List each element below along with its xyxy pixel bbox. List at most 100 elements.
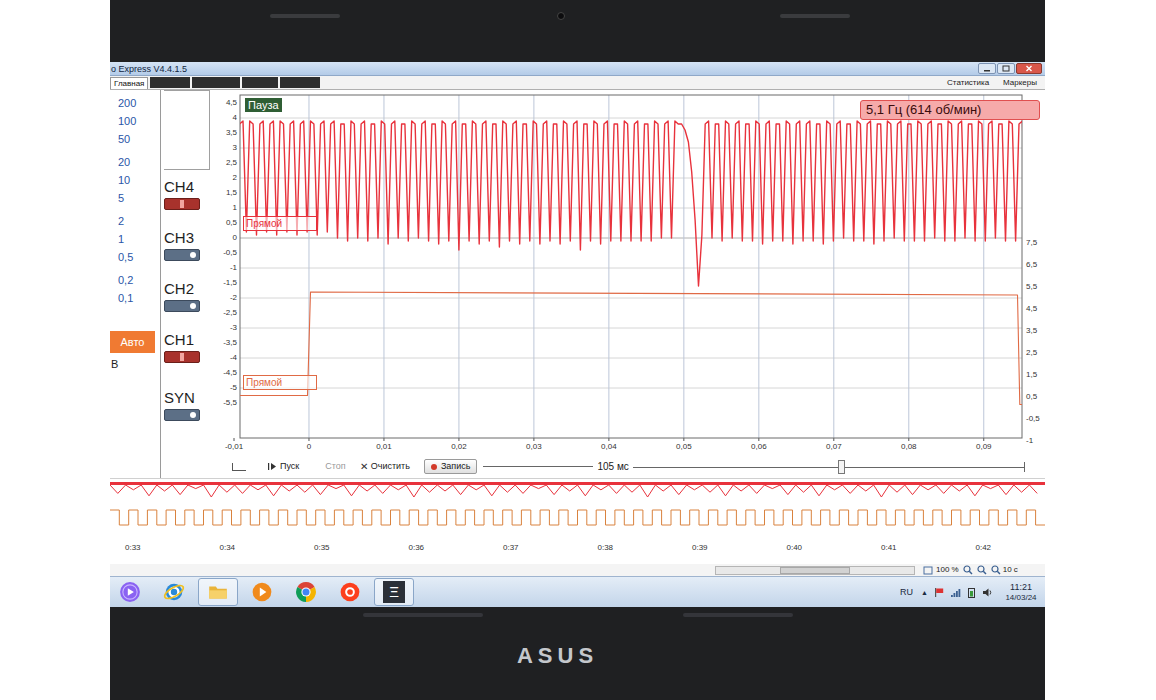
battery-icon[interactable] (966, 587, 977, 598)
pulse-trace (110, 510, 1045, 525)
zoom-out-icon[interactable] (963, 565, 973, 575)
app-kind: Ξ (383, 581, 405, 603)
scrollbar[interactable] (715, 566, 915, 575)
channel-toggle[interactable] (164, 409, 200, 421)
taskbar-app[interactable] (286, 578, 326, 606)
taskbar-app[interactable] (154, 578, 194, 606)
scale-group: 20105 (110, 153, 160, 207)
channel-toggle[interactable] (164, 351, 200, 363)
y-tick: 3,5 (215, 128, 237, 138)
channel-item: CH3 (164, 229, 215, 280)
grid-line (240, 358, 1022, 359)
trace-line (240, 292, 1022, 405)
scale-item[interactable]: 5 (118, 189, 160, 207)
flag-icon[interactable] (934, 587, 945, 598)
scale-item[interactable]: 0,1 (118, 289, 160, 307)
record-button[interactable]: Запись (424, 459, 478, 475)
bezel-slot (780, 14, 850, 18)
clear-button[interactable]: ✕Очистить (360, 460, 410, 474)
scale-item[interactable]: 50 (118, 130, 160, 148)
scale-item[interactable]: 10 (118, 171, 160, 189)
y-tick: 4,5 (215, 98, 237, 108)
sync-name: SYN (164, 389, 215, 407)
bezel-slot (363, 613, 483, 617)
menu-item[interactable]: Маркеры (1003, 77, 1037, 88)
maximize-button[interactable] (997, 63, 1015, 74)
scale-item[interactable]: 1 (118, 230, 160, 248)
menu-tab-label: Главная (114, 79, 144, 88)
scale-item[interactable]: 100 (118, 112, 160, 130)
stop-button[interactable]: Стоп (325, 460, 345, 474)
y-tick-right: 4,5 (1026, 304, 1037, 314)
scale-item[interactable]: 20 (118, 153, 160, 171)
y-tick-right: 2,5 (1026, 348, 1037, 358)
channel-name: CH3 (164, 229, 215, 247)
scale-item[interactable]: 0,5 (118, 248, 160, 266)
scroll-row: 100 %10 с (110, 564, 1045, 576)
menu-tab[interactable] (280, 77, 320, 88)
speaker-icon[interactable] (982, 587, 993, 598)
sync-item: SYN (164, 389, 215, 421)
series (240, 292, 1022, 405)
grid-line (833, 95, 834, 438)
scale-item[interactable]: 200 (118, 94, 160, 112)
channel-toggle[interactable] (164, 198, 200, 210)
zoom-in-icon[interactable] (977, 565, 987, 575)
grid-line (908, 95, 909, 438)
menu-tab[interactable] (150, 77, 190, 88)
start-label: Пуск (280, 460, 299, 474)
x-tick: 0,01 (376, 442, 392, 452)
x-tick: 0,07 (826, 442, 842, 452)
taskbar-app[interactable]: Ξ (374, 578, 414, 606)
slider-thumb[interactable] (838, 460, 845, 474)
y-tick: 0 (215, 233, 237, 243)
x-tick: -0,01 (225, 442, 243, 452)
grid-line (240, 328, 1022, 329)
tray-expand[interactable]: ▲ (921, 588, 928, 597)
channel-toggle[interactable] (164, 300, 200, 312)
time-label: 0:42 (976, 543, 992, 553)
overview-strip[interactable]: 0:330:340:350:360:370:380:390:400:410:42 (110, 478, 1045, 564)
close-icon (1025, 65, 1033, 72)
channel-item: CH2 (164, 280, 215, 331)
toggle-knob (190, 412, 196, 418)
taskbar-app[interactable] (198, 578, 238, 606)
scale-group: 0,20,1 (110, 271, 160, 307)
zoom-value: 100 % (936, 565, 959, 575)
bottom-bezel: ASUS (110, 607, 1045, 700)
clock[interactable]: 11:2114/03/24 (1001, 582, 1045, 603)
menu-tab[interactable] (192, 77, 240, 88)
trace-line (240, 121, 1022, 286)
taskbar-app[interactable] (330, 578, 370, 606)
time-label: 0:34 (220, 543, 236, 553)
menu-item[interactable]: Статистика (947, 77, 989, 88)
network-icon[interactable] (950, 587, 961, 598)
language-indicator[interactable]: RU (900, 587, 913, 598)
scale-item[interactable]: 0,2 (118, 271, 160, 289)
window-slider[interactable] (633, 460, 1025, 474)
start-button[interactable]: Пуск (268, 460, 299, 474)
noise-trace (110, 485, 1037, 497)
channel-name: CH1 (164, 331, 215, 349)
range-bracket (232, 463, 246, 471)
x-tick: 0,04 (601, 442, 617, 452)
taskbar-app[interactable] (110, 578, 150, 606)
zoom-out-icon[interactable] (991, 565, 1001, 575)
taskbar-app[interactable] (242, 578, 282, 606)
auto-button[interactable]: Авто (110, 331, 155, 353)
channel-panel: CH4CH3CH2CH1SYN (160, 90, 215, 478)
toggle-knob (180, 200, 184, 208)
menu-tab[interactable]: Главная (110, 77, 148, 89)
record-label: Запись (441, 460, 471, 474)
zoom-fit-icon[interactable] (923, 566, 933, 575)
app-kind (163, 581, 185, 603)
channel-toggle[interactable] (164, 249, 200, 261)
minimize-button[interactable] (978, 63, 996, 74)
time-label: 0:35 (314, 543, 330, 553)
x-tick: 0,02 (451, 442, 467, 452)
close-button[interactable] (1016, 63, 1042, 74)
scale-item[interactable]: 2 (118, 212, 160, 230)
menu-tab[interactable] (242, 77, 278, 88)
grid-line (533, 95, 534, 438)
scrollbar-thumb[interactable] (780, 567, 850, 574)
